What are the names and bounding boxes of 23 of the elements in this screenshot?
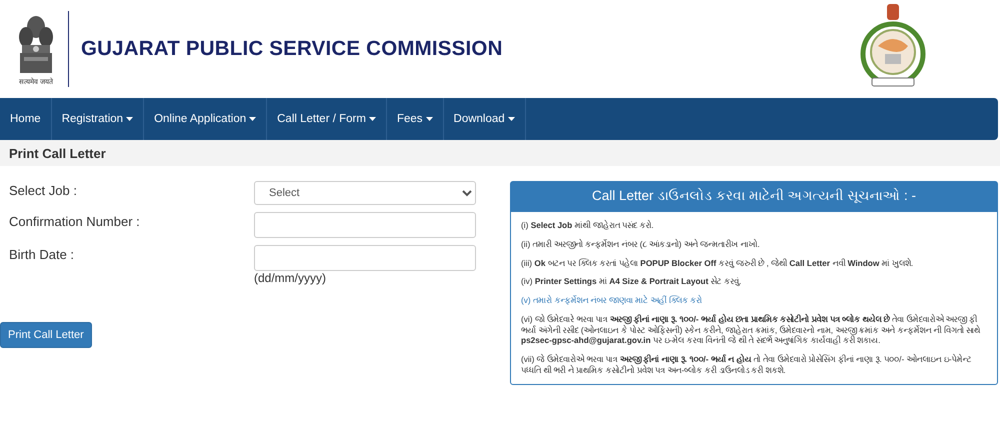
caret-icon [249, 117, 256, 121]
input-field[interactable] [254, 212, 476, 238]
caret-icon [126, 117, 134, 121]
caret-icon [426, 117, 433, 121]
instruction-text: (vi) જો ઉમેદવારે ભરવા પાત્ર અરજી ફીનાં નાણા રૂ. ૧૦૦/- ભર્યા હોય છતા પ્રાથમિક કસોટીનો પ્રવેશ પત્ર બ્લોક થયેલ છે તેવા ઉમેદવારોએ અરજી ફી ભર્યા અંગેની રસીદ (ઓનલાઇન કે પોસ્ટ ઓફિસની) સ્કેન કરીને, જાહેરાત ક્રમાંક, ઉમેદવારનો નામ, અરજી ક્રમાંક અને કન્ફર્મેશન ની વિગતો સાથે ps2sec-gpsc-ahd@gujarat.gov.in પર ઇ-મેલ કરવા વિનંતી જે થી તે સંદર્ભે અનુષાંગિક કાર્યવાહી કરી શકાય. [521, 314, 982, 346]
caret-icon [368, 117, 376, 121]
page-title: Print Call Letter [9, 146, 106, 160]
date-format-hint: (dd/mm/yyyy) [254, 271, 327, 285]
confirmation-lookup-link[interactable]: (v) તમારો કન્ફર્મેશન નંબર જાણવા માટે અહીં ક્લિક કરો [521, 295, 987, 306]
instruction-text: (iii) Ok બટન પર ક્લિક કરતાં પહેલા POPUP Blocker Off કરવું જરુરી છે , જેથી Call Letter નવી Window માં ખુલશે. [521, 258, 914, 268]
print-call-letter-button[interactable]: Print Call Letter [0, 322, 92, 348]
instructions-title: Call Letter ડાઉનલોડ કરવા માટેની અગત્યની સૂચનાઓ : - [511, 182, 997, 212]
instruction-text: (iv) Printer Settings માં A4 Size & Portrait Layout સેટ કરવું. [521, 276, 742, 288]
field-label: Birth Date : [9, 246, 76, 264]
instruction-text: (ii) તમારી અરજીનો કન્ફર્મેશન નંબર (૮ આંકડાનો) અને જન્મતારીખ નાખો. [521, 238, 761, 250]
instruction-text: (i) Select Job માંથી જાહેરાત પસંદ કરો. [521, 220, 655, 231]
site-title: GUJARAT PUBLIC SERVICE COMMISSION [81, 37, 504, 61]
job-select[interactable]: Select [254, 181, 476, 205]
field-label: Confirmation Number : [9, 213, 141, 231]
field-label: Select Job : [9, 182, 78, 200]
caret-icon [508, 117, 515, 121]
input-field[interactable] [254, 245, 476, 271]
instruction-text: (vii) જે ઉમેદવારોએ ભરવા પાત્ર અરજી ફીનાં નાણા રૂ. ૧૦૦/- ભર્યા ન હોય તો તેવા ઉમેદવારો પ્રોસેસિંગ ફીનાં નાણા રૂ. ૫૦૦/- ઓનલાઇન ઇ-પેમેન્ટ પધ્ધતિ થી ભરી ને પ્રાથમિક કસોટીનો પ્રવેશ પત્ર અન-બ્લોક કરી ડાઉનલોડ કરી શકશે. [521, 354, 973, 376]
